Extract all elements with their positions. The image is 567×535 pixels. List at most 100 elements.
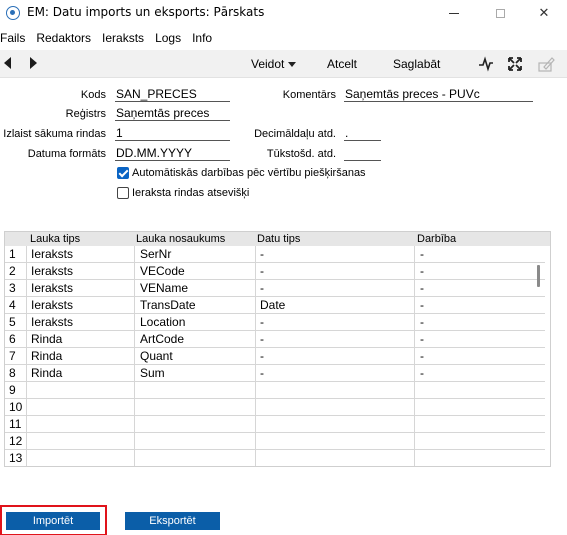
save-button[interactable]: Saglabāt (393, 56, 440, 72)
edit-pencil-icon[interactable] (538, 55, 556, 73)
table-scrollbar[interactable] (545, 246, 550, 466)
decimal-separator-label: Decimāldaļu atd. (254, 128, 336, 140)
registrs-field[interactable]: Saņemtās preces (115, 106, 230, 121)
cell-action[interactable]: - (420, 365, 424, 382)
cell-field-name[interactable]: ArtCode (140, 331, 184, 348)
cell-data-type[interactable]: - (260, 263, 264, 280)
table-row[interactable]: 12 (5, 433, 550, 450)
next-record-icon[interactable] (30, 57, 37, 69)
close-button[interactable]: ✕ (521, 0, 567, 26)
cell-field-name[interactable]: SerNr (140, 246, 171, 263)
row-number: 12 (9, 434, 23, 448)
column-header-action[interactable]: Darbība (417, 232, 456, 246)
minimize-button[interactable] (431, 0, 477, 26)
activity-wave-icon[interactable] (477, 55, 495, 73)
app-logo-icon (6, 6, 20, 20)
cell-data-type[interactable]: - (260, 280, 264, 297)
import-button[interactable]: Importēt (6, 512, 100, 530)
cell-field-type[interactable]: Ieraksts (31, 263, 73, 280)
table-header: Lauka tips Lauka nosaukums Datu tips Dar… (5, 232, 550, 246)
decimal-separator-field[interactable]: . (344, 126, 381, 141)
row-number: 4 (9, 298, 16, 312)
cell-field-name[interactable]: Location (140, 314, 185, 331)
title-bar: EM: Datu imports un eksports: Pārskats ✕ (0, 0, 567, 26)
registrs-label: Reģistrs (65, 108, 106, 120)
cell-field-type[interactable]: Rinda (31, 331, 62, 348)
table-row[interactable]: 1 Ieraksts SerNr - - (5, 246, 550, 263)
table-row[interactable]: 7 Rinda Quant - - (5, 348, 550, 365)
table-row[interactable]: 4 Ieraksts TransDate Date - (5, 297, 550, 314)
cancel-button[interactable]: Atcelt (327, 56, 357, 72)
table-row[interactable]: 11 (5, 416, 550, 433)
cell-field-type[interactable]: Ieraksts (31, 314, 73, 331)
fields-table: Lauka tips Lauka nosaukums Datu tips Dar… (4, 231, 551, 467)
scrollbar-thumb[interactable] (537, 265, 540, 287)
cell-data-type[interactable]: - (260, 246, 264, 263)
table-row[interactable]: 8 Rinda Sum - - (5, 365, 550, 382)
cell-action[interactable]: - (420, 263, 424, 280)
cell-field-type[interactable]: Rinda (31, 348, 62, 365)
kods-field[interactable]: SAN_PRECES (115, 87, 230, 102)
cell-field-type[interactable]: Ieraksts (31, 246, 73, 263)
column-header-data-type[interactable]: Datu tips (257, 232, 300, 246)
cell-data-type[interactable]: - (260, 314, 264, 331)
menu-item-fails[interactable]: Fails (0, 28, 29, 48)
cell-action[interactable]: - (420, 246, 424, 263)
chevron-down-icon[interactable] (288, 62, 296, 67)
column-divider (414, 246, 415, 466)
cell-action[interactable]: - (420, 348, 424, 365)
cell-field-name[interactable]: Quant (140, 348, 173, 365)
cell-field-name[interactable]: VEName (140, 280, 188, 297)
table-row[interactable]: 9 (5, 382, 550, 399)
auto-actions-label: Automātiskās darbības pēc vērtību piešķi… (132, 167, 366, 179)
date-format-field[interactable]: DD.MM.YYYY (115, 146, 230, 161)
table-row[interactable]: 5 Ieraksts Location - - (5, 314, 550, 331)
cell-data-type[interactable]: Date (260, 297, 285, 314)
separate-rows-label: Ieraksta rindas atsevišķi (132, 187, 250, 199)
cell-field-type[interactable]: Rinda (31, 365, 62, 382)
column-divider (26, 246, 27, 466)
cell-action[interactable]: - (420, 314, 424, 331)
export-button[interactable]: Eksportēt (125, 512, 220, 530)
comment-field[interactable]: Saņemtās preces - PUVc (344, 87, 533, 102)
toolbar: Veidot Atcelt Saglabāt (0, 50, 567, 78)
row-number: 3 (9, 281, 16, 295)
column-header-field-name[interactable]: Lauka nosaukums (136, 232, 225, 246)
menu-item-redaktors[interactable]: Redaktors (32, 28, 95, 48)
row-number: 2 (9, 264, 16, 278)
separate-rows-checkbox[interactable] (117, 187, 129, 199)
cell-field-name[interactable]: TransDate (140, 297, 196, 314)
table-row[interactable]: 13 (5, 450, 550, 466)
thousand-separator-field[interactable] (344, 146, 381, 161)
table-row[interactable]: 2 Ieraksts VECode - - (5, 263, 550, 280)
cell-field-type[interactable]: Ieraksts (31, 280, 73, 297)
row-number: 11 (9, 417, 22, 431)
cell-data-type[interactable]: - (260, 348, 264, 365)
column-divider (134, 246, 135, 466)
cell-data-type[interactable]: - (260, 331, 264, 348)
table-row[interactable]: 3 Ieraksts VEName - - (5, 280, 550, 297)
menu-item-ieraksts[interactable]: Ieraksts (98, 28, 148, 48)
cell-data-type[interactable]: - (260, 365, 264, 382)
expand-arrows-icon[interactable] (506, 55, 524, 73)
cell-field-name[interactable]: Sum (140, 365, 165, 382)
cell-action[interactable]: - (420, 280, 424, 297)
row-number: 5 (9, 315, 16, 329)
menu-item-info[interactable]: Info (188, 28, 216, 48)
cell-action[interactable]: - (420, 331, 424, 348)
cell-field-type[interactable]: Ieraksts (31, 297, 73, 314)
create-button[interactable]: Veidot (251, 56, 284, 72)
row-number: 10 (9, 400, 23, 414)
window-title: EM: Datu imports un eksports: Pārskats (27, 5, 265, 19)
column-header-field-type[interactable]: Lauka tips (30, 232, 80, 246)
menu-item-logs[interactable]: Logs (151, 28, 185, 48)
maximize-button[interactable] (477, 0, 523, 26)
table-row[interactable]: 6 Rinda ArtCode - - (5, 331, 550, 348)
skip-rows-field[interactable]: 1 (115, 126, 230, 141)
auto-actions-checkbox[interactable] (117, 167, 129, 179)
table-row[interactable]: 10 (5, 399, 550, 416)
cell-action[interactable]: - (420, 297, 424, 314)
minimize-icon (449, 12, 459, 14)
previous-record-icon[interactable] (4, 57, 11, 69)
cell-field-name[interactable]: VECode (140, 263, 185, 280)
